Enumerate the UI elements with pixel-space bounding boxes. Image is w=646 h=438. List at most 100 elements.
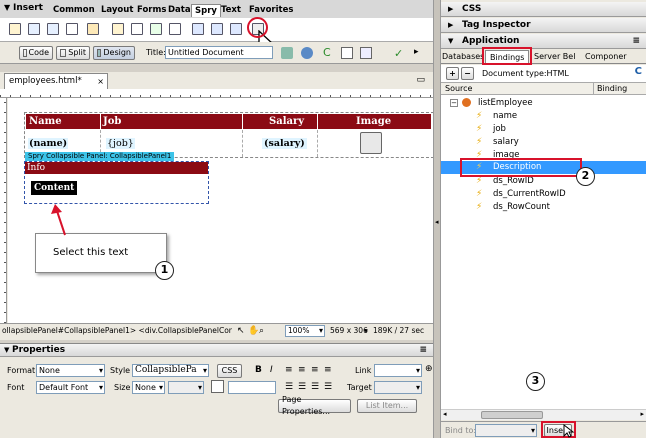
tab-databases[interactable]: Databases bbox=[442, 50, 484, 63]
tag-inspector-header[interactable]: ▶ Tag Inspector bbox=[441, 18, 646, 33]
collapse-arrow-icon[interactable]: ▼ bbox=[4, 344, 9, 356]
tree-item-ds-currentrowid[interactable]: ⚡ ds_CurrentRowID bbox=[441, 188, 646, 200]
visual-aids-icon[interactable] bbox=[360, 47, 372, 59]
zoom-select[interactable]: 100% bbox=[285, 325, 325, 337]
tab-text[interactable]: Text bbox=[218, 4, 244, 17]
spry-xml-dataset-icon[interactable] bbox=[9, 23, 21, 35]
spry-validation-textarea-icon[interactable] bbox=[169, 23, 181, 35]
refresh-icon[interactable]: C bbox=[323, 46, 331, 59]
expand-arrow-icon[interactable]: ▶ bbox=[448, 18, 453, 32]
bold-button[interactable]: B bbox=[255, 365, 262, 375]
restore-window-icon[interactable]: ▭ bbox=[416, 75, 425, 85]
page-title-input[interactable]: Untitled Document bbox=[165, 46, 273, 59]
tab-common[interactable]: Common bbox=[50, 4, 98, 17]
application-header[interactable]: ▼ Application ≡ bbox=[441, 34, 646, 49]
spry-validation-checkbox-icon[interactable] bbox=[150, 23, 162, 35]
cell-salary[interactable]: (salary) bbox=[262, 138, 307, 149]
style-select[interactable]: CollapsiblePa bbox=[132, 364, 209, 377]
zoom-tool-icon[interactable]: ⌕ bbox=[259, 324, 264, 338]
collapse-arrow-icon[interactable]: ▼ bbox=[448, 34, 453, 48]
doc-tab[interactable]: employees.html* × bbox=[4, 73, 108, 89]
tree-item-name[interactable]: ⚡ name bbox=[441, 110, 646, 122]
spry-tabbed-panels-icon[interactable] bbox=[211, 23, 223, 35]
text-color-swatch[interactable] bbox=[211, 380, 224, 393]
spry-validation-select-icon[interactable] bbox=[131, 23, 143, 35]
add-binding-button[interactable]: + bbox=[446, 67, 459, 80]
scroll-left-icon[interactable]: ◂ bbox=[443, 410, 447, 418]
panel-options-icon[interactable]: ≡ bbox=[419, 344, 427, 356]
scroll-right-icon[interactable]: ▸ bbox=[640, 410, 644, 418]
properties-header[interactable]: ▼ Properties ≡ bbox=[0, 344, 433, 357]
link-input[interactable] bbox=[374, 364, 422, 377]
insert-panel-header[interactable]: ▼ Insert Common Layout Forms Data Spry T… bbox=[0, 0, 433, 18]
code-view-button[interactable]: Code bbox=[19, 46, 53, 60]
tab-components[interactable]: Componer bbox=[585, 50, 645, 63]
spry-validation-text-icon[interactable] bbox=[112, 23, 124, 35]
panel-tab[interactable]: Info bbox=[25, 162, 208, 174]
list-item-button[interactable]: List Item... bbox=[357, 399, 417, 413]
expand-arrow-icon[interactable]: ▶ bbox=[448, 2, 453, 16]
ordered-list-icon[interactable]: ☰ bbox=[298, 382, 306, 392]
collapsible-panel[interactable]: Info Content bbox=[24, 161, 209, 204]
window-size[interactable]: 569 x 306 bbox=[330, 324, 368, 338]
text-color-input[interactable] bbox=[228, 381, 276, 394]
more-icon[interactable]: ▸ bbox=[414, 47, 419, 57]
unordered-list-icon[interactable]: ☰ bbox=[285, 382, 293, 392]
cell-job[interactable]: {job} bbox=[106, 138, 135, 149]
expand-minus-icon[interactable]: − bbox=[450, 99, 458, 107]
target-select[interactable] bbox=[374, 381, 422, 394]
justify-icon[interactable]: ≡ bbox=[324, 365, 332, 375]
indent-icon[interactable]: ☰ bbox=[324, 382, 332, 392]
size-select[interactable]: None bbox=[132, 381, 165, 394]
splitter-arrow-icon[interactable]: ◂ bbox=[435, 218, 439, 226]
tab-favorites[interactable]: Favorites bbox=[246, 4, 296, 17]
horizontal-scrollbar[interactable]: ◂ ▸ bbox=[441, 409, 646, 420]
spry-menubar-icon[interactable] bbox=[192, 23, 204, 35]
format-select[interactable]: None bbox=[36, 364, 105, 377]
spry-table-icon[interactable] bbox=[87, 23, 99, 35]
column-binding[interactable]: Binding bbox=[597, 83, 627, 94]
point-to-file-icon[interactable]: ⊕ bbox=[425, 364, 433, 374]
split-view-button[interactable]: Split bbox=[56, 46, 90, 60]
tree-row-dataset[interactable]: − listEmployee bbox=[441, 97, 646, 109]
scroll-thumb[interactable] bbox=[481, 411, 543, 419]
file-management-icon[interactable] bbox=[281, 47, 293, 59]
align-right-icon[interactable]: ≡ bbox=[311, 365, 319, 375]
tab-data[interactable]: Data bbox=[165, 4, 194, 17]
design-view-button[interactable]: Design bbox=[93, 46, 135, 60]
spry-region-icon[interactable] bbox=[28, 23, 40, 35]
tab-spry[interactable]: Spry bbox=[191, 4, 221, 17]
refresh-icon[interactable]: C bbox=[635, 66, 642, 77]
tree-item-job[interactable]: ⚡ job bbox=[441, 123, 646, 135]
preview-browser-icon[interactable] bbox=[301, 47, 313, 59]
spry-panel-label[interactable]: Spry Collapsible Panel: CollapsiblePanel… bbox=[25, 152, 175, 161]
tab-layout[interactable]: Layout bbox=[98, 4, 136, 17]
panel-options-icon[interactable]: ≡ bbox=[632, 34, 640, 48]
panel-content-text[interactable]: Content bbox=[31, 181, 78, 195]
spry-repeat-list-icon[interactable] bbox=[66, 23, 78, 35]
collapse-arrow-icon[interactable]: ▼ bbox=[4, 3, 10, 12]
remove-binding-button[interactable]: − bbox=[461, 67, 474, 80]
font-select[interactable]: Default Font bbox=[36, 381, 105, 394]
align-left-icon[interactable]: ≡ bbox=[285, 365, 293, 375]
size-unit-select[interactable] bbox=[168, 381, 204, 394]
check-page-icon[interactable]: ✓ bbox=[394, 47, 406, 60]
css-panel-header[interactable]: ▶ CSS bbox=[441, 2, 646, 17]
hand-tool-icon[interactable]: ✋ bbox=[248, 324, 259, 338]
page-properties-button[interactable]: Page Properties... bbox=[278, 395, 351, 416]
column-source[interactable]: Source bbox=[445, 83, 472, 94]
align-center-icon[interactable]: ≡ bbox=[298, 365, 306, 375]
panel-splitter[interactable]: ◂ bbox=[433, 0, 441, 438]
italic-button[interactable]: I bbox=[270, 365, 273, 375]
tab-server-behaviors[interactable]: Server Bel bbox=[534, 50, 575, 63]
close-tab-icon[interactable]: × bbox=[97, 75, 104, 89]
tag-selector[interactable]: ollapsiblePanel#CollapsiblePanel1> <div.… bbox=[2, 324, 232, 338]
pointer-tool-icon[interactable]: ↖ bbox=[237, 324, 245, 338]
css-button[interactable]: CSS bbox=[217, 364, 242, 378]
spry-repeat-icon[interactable] bbox=[47, 23, 59, 35]
design-canvas[interactable]: Name Job Salary Image (name) {job} (sala… bbox=[8, 98, 434, 323]
outdent-icon[interactable]: ☰ bbox=[311, 382, 319, 392]
spry-accordion-icon[interactable] bbox=[230, 23, 242, 35]
tree-item-salary[interactable]: ⚡ salary bbox=[441, 136, 646, 148]
bind-to-select[interactable] bbox=[475, 424, 537, 437]
